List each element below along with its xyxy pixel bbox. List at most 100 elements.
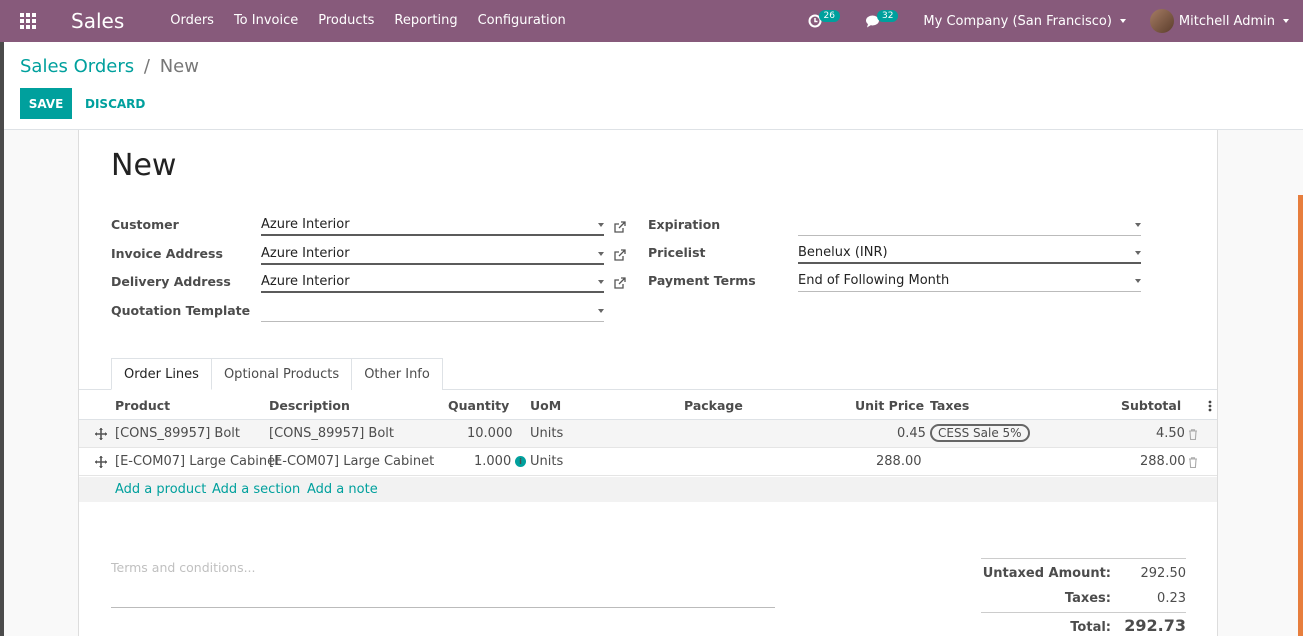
- untaxed-value: 292.50: [1140, 566, 1187, 581]
- external-link-icon[interactable]: [614, 221, 626, 233]
- company-switcher[interactable]: My Company (San Francisco): [923, 14, 1126, 29]
- form-sheet: New Customer Azure Interior Invoice Addr…: [78, 130, 1218, 636]
- user-menu[interactable]: Mitchell Admin: [1149, 9, 1289, 33]
- top-navbar: Sales Orders To Invoice Products Reporti…: [0, 0, 1303, 42]
- messages-button[interactable]: 32: [865, 10, 901, 28]
- add-product-link[interactable]: Add a product: [115, 482, 206, 497]
- customer-label: Customer: [111, 217, 179, 232]
- dropdown-caret-icon: [598, 309, 604, 313]
- row-product: [E-COM07] Large Cabinet: [115, 454, 281, 469]
- expiration-field[interactable]: [798, 214, 1141, 236]
- dropdown-caret-icon: [598, 252, 604, 256]
- row-unit-price: 0.45: [897, 426, 926, 441]
- add-section-link[interactable]: Add a section: [212, 482, 300, 497]
- apps-menu-icon[interactable]: [20, 13, 38, 29]
- add-note-link[interactable]: Add a note: [307, 482, 378, 497]
- control-panel: Sales Orders / New SAVE DISCARD: [4, 42, 1303, 130]
- row-description: [E-COM07] Large Cabinet: [269, 454, 435, 469]
- taxes-label: Taxes:: [1064, 591, 1111, 606]
- quotation-template-field[interactable]: [261, 300, 604, 322]
- breadcrumb: Sales Orders / New: [20, 56, 199, 77]
- customer-field[interactable]: Azure Interior: [261, 214, 604, 236]
- breadcrumb-current: New: [159, 56, 199, 77]
- save-button[interactable]: SAVE: [20, 88, 72, 119]
- col-unit-price[interactable]: Unit Price: [855, 398, 924, 413]
- trash-icon[interactable]: [1188, 429, 1198, 440]
- delivery-address-value: Azure Interior: [261, 274, 350, 289]
- left-edge: [0, 42, 4, 636]
- page-title: New: [111, 148, 177, 183]
- customer-value: Azure Interior: [261, 217, 350, 232]
- menu-to-invoice[interactable]: To Invoice: [224, 0, 308, 42]
- menu-orders[interactable]: Orders: [160, 0, 224, 42]
- payment-terms-value: End of Following Month: [798, 273, 950, 288]
- row-description: [CONS_89957] Bolt: [269, 426, 394, 441]
- tab-other-info[interactable]: Other Info: [351, 358, 443, 390]
- app-name: Sales: [71, 9, 125, 33]
- row-uom: Units: [530, 426, 564, 441]
- row-product: [CONS_89957] Bolt: [115, 426, 240, 441]
- untaxed-label: Untaxed Amount:: [982, 566, 1111, 581]
- terms-placeholder: Terms and conditions...: [111, 560, 256, 575]
- dropdown-caret-icon: [598, 223, 604, 227]
- menu-reporting[interactable]: Reporting: [384, 0, 467, 42]
- menu-configuration[interactable]: Configuration: [468, 0, 576, 42]
- external-link-icon[interactable]: [614, 249, 626, 261]
- add-line-row: Add a product Add a section Add a note: [79, 477, 1217, 502]
- systray: 26 32 My Company (San Francisco) Mitchel…: [808, 0, 1289, 42]
- menu-products[interactable]: Products: [308, 0, 384, 42]
- scrollbar-thumb[interactable]: [1298, 195, 1303, 636]
- col-package[interactable]: Package: [684, 398, 743, 413]
- invoice-address-label: Invoice Address: [111, 246, 223, 261]
- user-name: Mitchell Admin: [1178, 13, 1275, 29]
- tab-order-lines[interactable]: Order Lines: [111, 358, 212, 390]
- pricelist-label: Pricelist: [648, 245, 706, 260]
- col-quantity[interactable]: Quantity: [448, 398, 509, 413]
- info-icon[interactable]: i: [515, 456, 526, 467]
- payment-terms-field[interactable]: End of Following Month: [798, 270, 1141, 292]
- caret-down-icon: [1119, 19, 1126, 23]
- row-uom: Units: [530, 454, 564, 469]
- notebook-tabs: Order Lines Optional Products Other Info: [111, 358, 443, 390]
- quotation-template-label: Quotation Template: [111, 303, 251, 318]
- pricelist-field[interactable]: Benelux (INR): [798, 242, 1141, 264]
- drag-handle-icon[interactable]: [95, 428, 107, 440]
- drag-handle-icon[interactable]: [95, 456, 107, 468]
- row-subtotal: 288.00: [1140, 454, 1186, 469]
- col-description[interactable]: Description: [269, 398, 350, 413]
- delivery-address-label: Delivery Address: [111, 274, 231, 289]
- external-link-icon[interactable]: [614, 277, 626, 289]
- terms-input[interactable]: Terms and conditions...: [111, 560, 775, 608]
- main-menu: Orders To Invoice Products Reporting Con…: [160, 0, 576, 42]
- dropdown-caret-icon: [1135, 251, 1141, 255]
- col-uom[interactable]: UoM: [530, 398, 561, 413]
- tab-optional-products[interactable]: Optional Products: [210, 358, 353, 390]
- activity-count-badge: 26: [818, 10, 840, 22]
- caret-down-icon: [1283, 19, 1289, 23]
- dropdown-caret-icon: [1135, 223, 1141, 227]
- expiration-label: Expiration: [648, 217, 721, 232]
- breadcrumb-sales-orders[interactable]: Sales Orders: [20, 56, 134, 77]
- trash-icon[interactable]: [1188, 457, 1198, 468]
- totals-top-line: [981, 558, 1186, 559]
- invoice-address-field[interactable]: Azure Interior: [261, 243, 604, 265]
- tax-badge: CESS Sale 5%: [930, 424, 1030, 442]
- table-row[interactable]: [E-COM07] Large Cabinet [E-COM07] Large …: [79, 448, 1217, 476]
- message-count-badge: 32: [876, 10, 899, 22]
- column-options-icon[interactable]: [1208, 400, 1212, 412]
- breadcrumb-separator: /: [143, 56, 150, 77]
- col-subtotal[interactable]: Subtotal: [1121, 398, 1181, 413]
- table-header: Product Description Quantity UoM Package…: [79, 390, 1217, 420]
- avatar: [1149, 9, 1174, 33]
- activity-button[interactable]: 26: [808, 10, 843, 28]
- table-row[interactable]: [CONS_89957] Bolt [CONS_89957] Bolt 10.0…: [79, 420, 1217, 448]
- col-taxes[interactable]: Taxes: [930, 398, 969, 413]
- col-product[interactable]: Product: [115, 398, 170, 413]
- discard-button[interactable]: DISCARD: [81, 88, 149, 119]
- row-quantity: 1.000: [474, 454, 512, 469]
- row-unit-price: 288.00: [876, 454, 922, 469]
- totals-divider: [981, 612, 1186, 613]
- delivery-address-field[interactable]: Azure Interior: [261, 271, 604, 293]
- total-label: Total:: [1070, 620, 1111, 635]
- row-subtotal: 4.50: [1156, 426, 1185, 441]
